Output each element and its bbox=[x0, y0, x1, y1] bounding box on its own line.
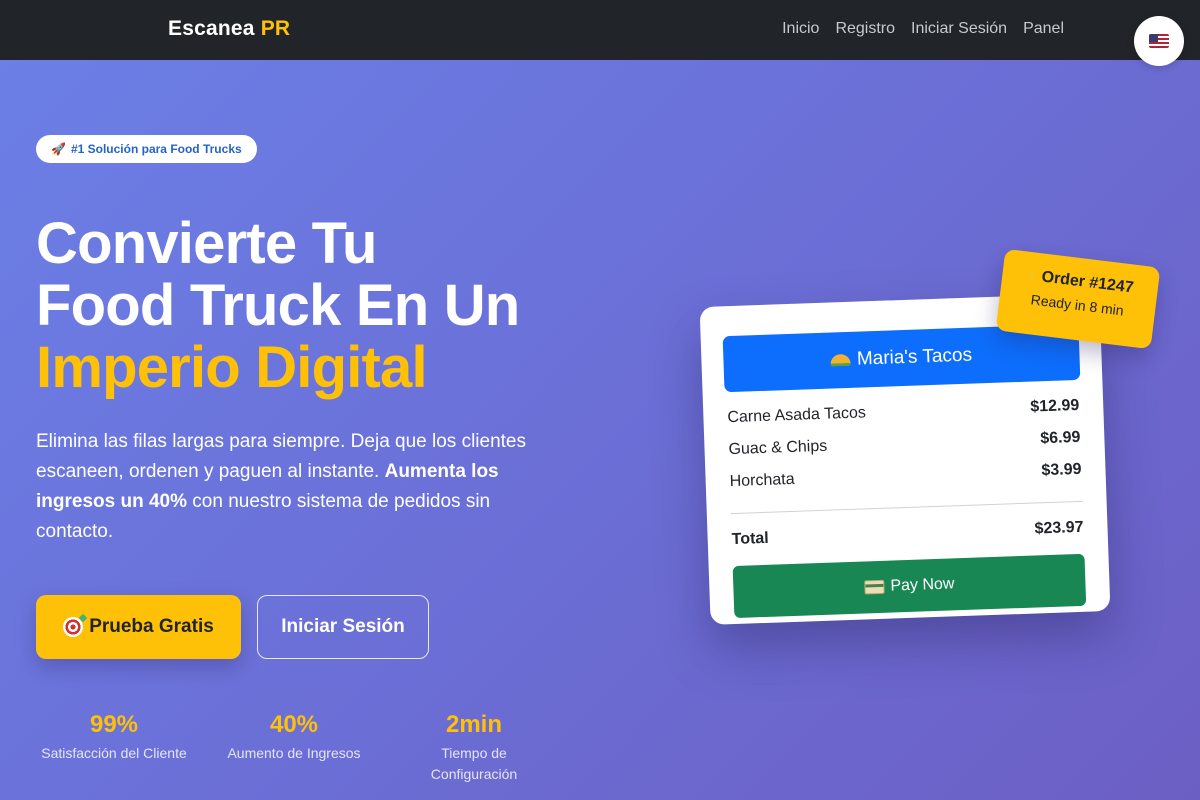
target-icon bbox=[63, 617, 84, 637]
order-item-name: Guac & Chips bbox=[728, 437, 828, 459]
order-item-price: $12.99 bbox=[1030, 396, 1080, 416]
rocket-icon: 🚀 bbox=[51, 142, 66, 156]
lightning-icon bbox=[1026, 269, 1038, 284]
brand-logo[interactable]: Escanea PR bbox=[168, 17, 290, 41]
us-flag-icon bbox=[1149, 34, 1169, 48]
stat-label: Satisfacción del Cliente bbox=[41, 745, 187, 761]
pay-now-label: Pay Now bbox=[890, 575, 955, 595]
order-item: Carne Asada Tacos $12.99 bbox=[727, 397, 1079, 427]
login-button[interactable]: Iniciar Sesión bbox=[257, 595, 429, 659]
order-preview-card: Maria's Tacos Carne Asada Tacos $12.99 G… bbox=[699, 293, 1111, 625]
stat-label: Tiempo de Configuración bbox=[430, 745, 518, 782]
order-item-price: $6.99 bbox=[1040, 428, 1081, 448]
hero-section: 🚀 #1 Solución para Food Trucks Convierte… bbox=[0, 60, 1200, 800]
credit-card-icon bbox=[864, 579, 885, 595]
restaurant-name: Maria's Tacos bbox=[856, 344, 973, 370]
stat-revenue: 40% Aumento de Ingresos bbox=[219, 710, 369, 764]
brand-accent: PR bbox=[260, 17, 291, 40]
pay-now-button[interactable]: Pay Now bbox=[732, 553, 1087, 619]
taco-icon bbox=[830, 353, 852, 367]
nav-link-inicio[interactable]: Inicio bbox=[782, 20, 819, 38]
nav-link-panel[interactable]: Panel bbox=[1023, 20, 1064, 38]
stat-setup-time: 2min Tiempo de Configuración bbox=[419, 710, 529, 785]
order-total-value: $23.97 bbox=[1034, 518, 1084, 538]
free-trial-button-label: Prueba Gratis bbox=[89, 616, 214, 637]
language-switch-button[interactable] bbox=[1134, 16, 1184, 66]
hero-title-highlight: Imperio Digital bbox=[36, 335, 428, 400]
stat-satisfaction: 99% Satisfacción del Cliente bbox=[34, 710, 194, 764]
stat-value: 2min bbox=[445, 711, 502, 738]
stat-label: Aumento de Ingresos bbox=[227, 745, 361, 761]
order-item: Guac & Chips $6.99 bbox=[728, 429, 1080, 459]
nav-link-iniciar-sesion[interactable]: Iniciar Sesión bbox=[911, 20, 1007, 38]
hero-badge-text: #1 Solución para Food Trucks bbox=[70, 142, 242, 156]
order-total-row: Total $23.97 bbox=[731, 519, 1083, 549]
stat-value: 99% bbox=[89, 711, 139, 738]
free-trial-button[interactable]: Prueba Gratis bbox=[36, 595, 241, 659]
hero-badge: 🚀 #1 Solución para Food Trucks bbox=[36, 135, 257, 163]
nav-links: Inicio Registro Iniciar Sesión Panel bbox=[782, 20, 1064, 38]
hero-description: Elimina las filas largas para siempre. D… bbox=[36, 427, 546, 547]
stat-value: 40% bbox=[269, 711, 319, 738]
login-button-label: Iniciar Sesión bbox=[281, 616, 405, 637]
hero-title-line-2: Food Truck En Un bbox=[36, 273, 520, 338]
hero-title: Convierte Tu Food Truck En Un Imperio Di… bbox=[36, 211, 520, 400]
hero-title-line-1: Convierte Tu bbox=[36, 211, 377, 276]
brand-name: Escanea bbox=[168, 17, 255, 40]
nav-link-registro[interactable]: Registro bbox=[835, 20, 895, 38]
order-item-name: Carne Asada Tacos bbox=[727, 404, 867, 427]
order-item-price: $3.99 bbox=[1041, 460, 1082, 480]
navbar: Escanea PR Inicio Registro Iniciar Sesió… bbox=[0, 0, 1200, 60]
order-divider bbox=[730, 500, 1083, 515]
order-item: Horchata $3.99 bbox=[729, 461, 1081, 491]
order-item-name: Horchata bbox=[729, 470, 795, 491]
order-total-label: Total bbox=[731, 529, 770, 549]
